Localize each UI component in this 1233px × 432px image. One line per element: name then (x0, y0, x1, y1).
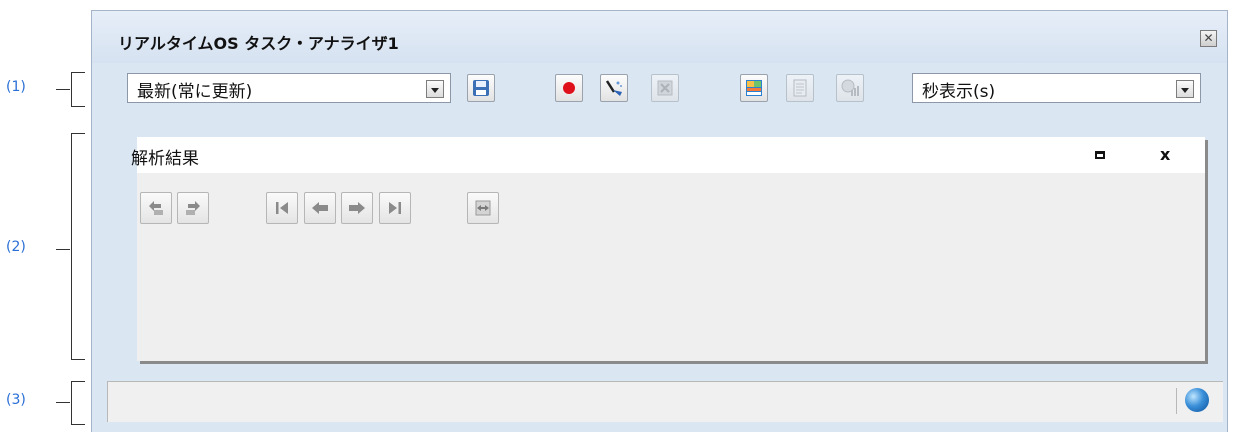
stop-icon (657, 80, 673, 96)
save-button[interactable] (467, 74, 495, 102)
record-icon (563, 82, 575, 94)
last-icon (389, 202, 401, 214)
panel-title: 解析結果 (131, 149, 199, 169)
next-icon (349, 202, 365, 214)
close-icon[interactable]: ✕ (1200, 30, 1217, 47)
time-unit-select[interactable]: 秒表示(s) (912, 73, 1201, 103)
layout-button[interactable] (740, 74, 768, 102)
status-bar (107, 381, 1223, 422)
time-unit-select-value: 秒表示(s) (922, 82, 996, 102)
stop-button[interactable] (651, 74, 679, 102)
bracket-line (71, 106, 85, 107)
bracket-line (71, 72, 72, 106)
previous-icon (312, 202, 328, 214)
bracket-line (56, 402, 70, 403)
first-button[interactable] (266, 192, 298, 224)
clear-button[interactable] (600, 74, 628, 102)
bracket-line (71, 133, 85, 134)
title-bar: リアルタイムOS タスク・アナライザ1 ✕ (92, 11, 1227, 63)
sync-icon (475, 200, 491, 216)
analysis-panel: 解析結果 x (131, 137, 1205, 361)
document-button[interactable] (786, 74, 814, 102)
chevron-down-icon[interactable] (426, 80, 444, 98)
window-title: リアルタイムOS タスク・アナライザ1 (118, 34, 399, 53)
document-icon (793, 79, 807, 97)
bracket-line (71, 381, 85, 382)
bracket-line (71, 359, 85, 360)
redo-icon (186, 201, 200, 215)
mode-select[interactable]: 最新(常に更新) (127, 73, 451, 103)
redo-button[interactable] (177, 192, 209, 224)
bracket-line (71, 72, 85, 73)
save-icon (473, 80, 489, 96)
bracket-line (56, 89, 70, 90)
first-icon (276, 202, 288, 214)
maximize-icon[interactable] (1095, 151, 1105, 159)
callout-status: (3) (6, 392, 26, 408)
layout-icon (746, 80, 762, 96)
bracket-line (71, 133, 72, 359)
bracket-line (71, 381, 72, 424)
record-button[interactable] (555, 74, 583, 102)
callout-analysis: (2) (6, 239, 26, 255)
clear-icon (605, 80, 622, 96)
undo-icon (149, 201, 163, 215)
next-button[interactable] (341, 192, 373, 224)
panel-header: 解析結果 x (131, 137, 1205, 173)
chevron-down-icon[interactable] (1176, 80, 1194, 98)
callout-toolbar: (1) (6, 79, 26, 95)
undo-button[interactable] (140, 192, 172, 224)
connection-status-icon (1176, 388, 1211, 414)
chart-icon (841, 79, 859, 96)
mode-select-value: 最新(常に更新) (137, 82, 253, 102)
last-button[interactable] (379, 192, 411, 224)
bracket-line (56, 249, 70, 250)
panel-close-icon[interactable]: x (1160, 145, 1170, 164)
bracket-line (71, 424, 85, 425)
chart-button[interactable] (836, 74, 864, 102)
sync-button[interactable] (467, 192, 499, 224)
previous-button[interactable] (304, 192, 336, 224)
